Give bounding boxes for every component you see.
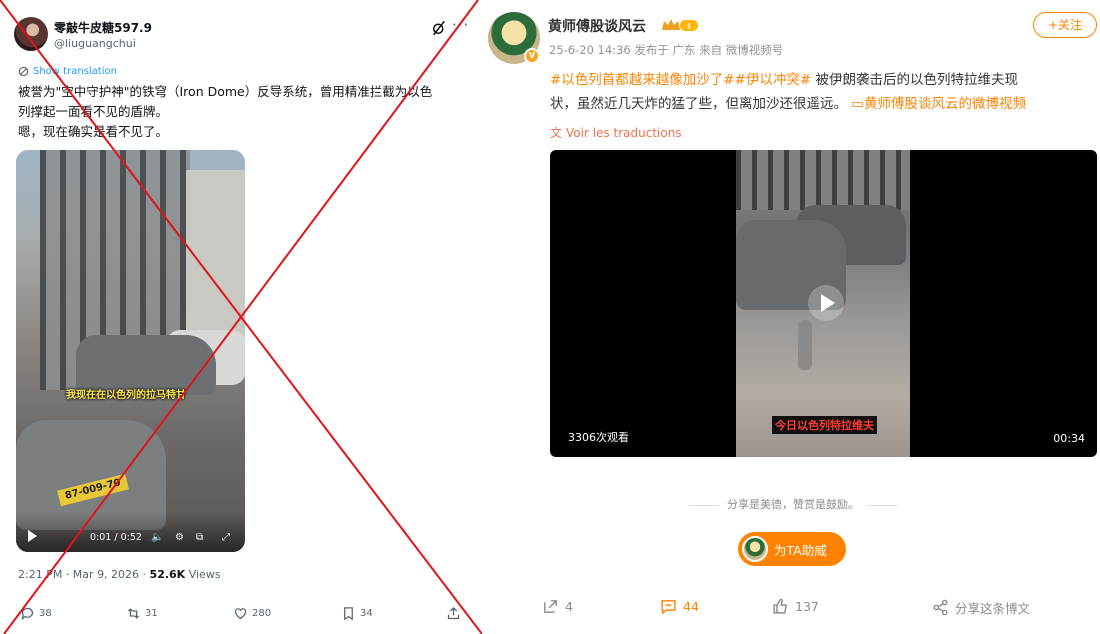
- repost-button[interactable]: 4: [542, 598, 573, 615]
- post-text: #以色列首都越来越像加沙了##伊以冲突# 被伊朗袭击后的以色列特拉维夫现 状，虽…: [550, 68, 1095, 116]
- post-actions: 38 31 280 34: [0, 606, 482, 628]
- like-button[interactable]: 137: [772, 598, 819, 615]
- reply-icon: [21, 607, 34, 620]
- share-icon: [933, 599, 948, 616]
- views-label: Views: [185, 568, 221, 581]
- x-post-panel: 零敲牛皮糖597.9 @liuguangchui ··· Show transl…: [0, 0, 482, 634]
- bookmark-count: 34: [360, 608, 373, 619]
- repost-button[interactable]: 31: [126, 606, 158, 621]
- play-icon[interactable]: [28, 530, 37, 542]
- grok-icon[interactable]: [430, 19, 448, 37]
- post-text-body: 被伊朗袭击后的以色列特拉维夫现: [811, 72, 1019, 88]
- author-avatar[interactable]: [14, 17, 48, 51]
- like-count: 280: [252, 608, 272, 619]
- post-text-body: 状，虽然近几天炸的猛了些，但离加沙还很遥远。: [550, 96, 847, 112]
- translate-icon: [18, 66, 29, 77]
- member-level: Ⅱ: [687, 22, 691, 31]
- reply-count: 38: [39, 608, 52, 619]
- repost-icon: [544, 600, 557, 613]
- post-text: 被誉为"空中守护神"的铁穹（Iron Dome）反导系统，曾用精准拦截为以色 列…: [18, 82, 468, 142]
- translate-link[interactable]: 文 Voir les traductions: [550, 124, 682, 141]
- video-link[interactable]: ▭黄师傅股谈风云的微博视频: [851, 96, 1026, 112]
- weibo-post-panel: V 黄师傅股谈风云 Ⅱ 25-6-20 14:36 发布于 广东 来自 微博视频…: [482, 0, 1100, 634]
- post-subinfo: 25-6-20 14:36 发布于 广东 来自 微博视频号: [549, 43, 784, 57]
- comment-button[interactable]: 44: [660, 598, 699, 615]
- reward-avatar: [742, 536, 768, 562]
- author-name[interactable]: 黄师傅股谈风云: [548, 16, 646, 36]
- view-count: 52.6K: [149, 568, 186, 581]
- member-crown-icon: Ⅱ: [662, 19, 698, 31]
- video-link-icon: ▭: [851, 96, 865, 112]
- video-time: 0:01 / 0:52: [90, 532, 142, 543]
- video-player[interactable]: 87-009-70 我现在在以色列的拉马特甘 0:01 / 0:52 🔈 ⚙ ⧉…: [16, 150, 245, 552]
- translate-label: Voir les traductions: [566, 125, 682, 140]
- reward-label: 为TA助威: [774, 542, 827, 558]
- share-icon: [447, 606, 460, 620]
- heart-icon: [234, 608, 247, 620]
- post-actions: 4 44 137 分享这条博文: [482, 598, 1100, 620]
- verified-badge-icon: V: [524, 48, 540, 64]
- like-button[interactable]: 280: [233, 606, 271, 621]
- video-frame-building: [736, 150, 910, 210]
- bookmark-icon: [344, 607, 353, 621]
- video-subtitle: 我现在在以色列的拉马特甘: [66, 390, 186, 401]
- comment-count: 44: [683, 599, 699, 614]
- video-player[interactable]: 今日以色列特拉维夫 3306次观看 00:34: [550, 150, 1097, 457]
- pip-icon[interactable]: ⧉: [196, 532, 203, 543]
- author-handle[interactable]: @liuguangchui: [54, 37, 136, 50]
- share-post-button[interactable]: 分享这条博文: [932, 598, 1030, 617]
- video-link-label: 黄师傅股谈风云的微博视频: [864, 96, 1027, 112]
- post-text-line: 嗯，现在确实是看不见了。: [18, 124, 169, 139]
- comment-icon: [661, 600, 676, 615]
- repost-count: 31: [145, 608, 158, 619]
- post-time[interactable]: 2:21 PM · Mar 9, 2026 ·: [18, 568, 150, 581]
- author-name[interactable]: 零敲牛皮糖597.9: [54, 19, 152, 36]
- like-count: 137: [795, 599, 819, 614]
- show-translation-link[interactable]: Show translation: [18, 66, 117, 77]
- share-button[interactable]: [446, 606, 461, 621]
- settings-icon[interactable]: ⚙: [175, 532, 184, 543]
- more-options-icon[interactable]: ···: [452, 16, 469, 34]
- hashtag-link[interactable]: #以色列首都越来越像加沙了#: [550, 72, 735, 88]
- post-meta: 2:21 PM · Mar 9, 2026 · 52.6K Views: [18, 568, 221, 581]
- reward-button[interactable]: 为TA助威: [738, 532, 846, 566]
- view-count: 3306次观看: [568, 431, 629, 444]
- share-post-label: 分享这条博文: [955, 601, 1031, 616]
- post-text-line: 列撑起一面看不见的盾牌。: [18, 104, 169, 119]
- repost-icon: [128, 608, 139, 619]
- reply-button[interactable]: 38: [20, 606, 52, 621]
- fullscreen-icon[interactable]: ⤢: [222, 532, 230, 543]
- video-duration: 00:34: [1053, 432, 1085, 445]
- translate-icon: 文: [550, 126, 563, 140]
- follow-button[interactable]: +关注: [1033, 12, 1097, 38]
- show-translation-label: Show translation: [33, 66, 117, 77]
- hashtag-link[interactable]: #伊以冲突#: [735, 72, 812, 88]
- video-frame-bollard: [798, 320, 812, 370]
- bookmark-button[interactable]: 34: [341, 606, 373, 621]
- share-slogan: 分享是美德，赞赏是鼓励。: [678, 496, 908, 512]
- play-icon[interactable]: [808, 285, 844, 321]
- video-frame-building: [186, 170, 245, 350]
- volume-icon[interactable]: 🔈: [151, 532, 163, 543]
- post-text-line: 被誉为"空中守护神"的铁穹（Iron Dome）反导系统，曾用精准拦截为以色: [18, 84, 433, 99]
- thumbs-up-icon: [773, 598, 788, 614]
- repost-count: 4: [565, 599, 573, 614]
- video-caption: 今日以色列特拉维夫: [772, 416, 877, 434]
